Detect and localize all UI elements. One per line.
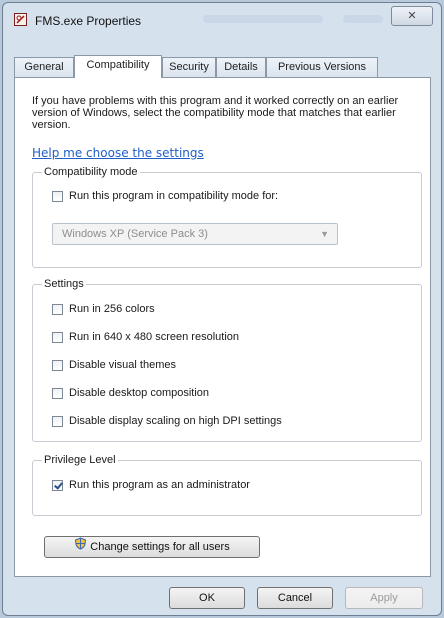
change-settings-label: Change settings for all users bbox=[90, 541, 230, 553]
apply-button[interactable]: Apply bbox=[345, 587, 423, 609]
chevron-down-icon: ▼ bbox=[320, 229, 329, 239]
setting-label: Disable visual themes bbox=[69, 359, 176, 371]
tab-compatibility[interactable]: Compatibility bbox=[74, 55, 162, 78]
title-blur bbox=[203, 15, 323, 23]
intro-text: If you have problems with this program a… bbox=[32, 95, 399, 131]
setting-checkbox[interactable] bbox=[52, 415, 63, 427]
compat-os-value: Windows XP (Service Pack 3) bbox=[62, 228, 208, 240]
window-title: FMS.exe Properties bbox=[35, 14, 142, 28]
close-button[interactable]: ✕ bbox=[391, 6, 433, 26]
compatibility-mode-group: Compatibility mode Run this program in c… bbox=[32, 166, 422, 268]
title-bar[interactable]: FMS.exe Properties ✕ bbox=[3, 3, 441, 37]
setting-checkbox[interactable] bbox=[52, 387, 63, 399]
uac-shield-icon bbox=[74, 537, 87, 557]
setting-checkbox[interactable] bbox=[52, 303, 63, 315]
admin-checkbox[interactable] bbox=[52, 479, 63, 491]
admin-label: Run this program as an administrator bbox=[69, 479, 250, 491]
setting-checkbox[interactable] bbox=[52, 359, 63, 371]
setting-label: Run in 640 x 480 screen resolution bbox=[69, 331, 239, 343]
help-link[interactable]: Help me choose the settings bbox=[32, 146, 204, 160]
compat-mode-checkbox[interactable] bbox=[52, 190, 63, 202]
tab-previous-versions[interactable]: Previous Versions bbox=[266, 57, 378, 77]
application-icon bbox=[14, 13, 27, 26]
compat-mode-label: Run this program in compatibility mode f… bbox=[69, 190, 279, 202]
setting-row[interactable]: Disable desktop composition bbox=[52, 387, 209, 399]
compat-os-select[interactable]: Windows XP (Service Pack 3) ▼ bbox=[52, 223, 338, 245]
tab-general[interactable]: General bbox=[14, 57, 74, 77]
setting-checkbox[interactable] bbox=[52, 331, 63, 343]
tab-security[interactable]: Security bbox=[162, 57, 216, 77]
setting-label: Disable display scaling on high DPI sett… bbox=[69, 415, 282, 427]
admin-checkbox-row[interactable]: Run this program as an administrator bbox=[52, 479, 250, 491]
properties-dialog: FMS.exe Properties ✕ General Compatibili… bbox=[2, 2, 442, 616]
setting-row[interactable]: Disable display scaling on high DPI sett… bbox=[52, 415, 282, 427]
compat-mode-checkbox-row[interactable]: Run this program in compatibility mode f… bbox=[52, 190, 278, 202]
setting-label: Run in 256 colors bbox=[69, 303, 155, 315]
privilege-level-group: Privilege Level Run this program as an a… bbox=[32, 454, 422, 516]
change-settings-all-users-button[interactable]: Change settings for all users bbox=[44, 536, 260, 558]
ok-button[interactable]: OK bbox=[169, 587, 245, 609]
setting-row[interactable]: Run in 256 colors bbox=[52, 303, 155, 315]
tab-details[interactable]: Details bbox=[216, 57, 266, 77]
group-label: Settings bbox=[42, 278, 86, 290]
title-blur bbox=[343, 15, 383, 23]
cancel-button[interactable]: Cancel bbox=[257, 587, 333, 609]
compatibility-panel: If you have problems with this program a… bbox=[14, 77, 431, 577]
settings-group: Settings Run in 256 colors Run in 640 x … bbox=[32, 278, 422, 442]
group-label: Compatibility mode bbox=[42, 166, 140, 178]
setting-row[interactable]: Run in 640 x 480 screen resolution bbox=[52, 331, 239, 343]
setting-label: Disable desktop composition bbox=[69, 387, 210, 399]
group-label: Privilege Level bbox=[42, 454, 118, 466]
setting-row[interactable]: Disable visual themes bbox=[52, 359, 176, 371]
